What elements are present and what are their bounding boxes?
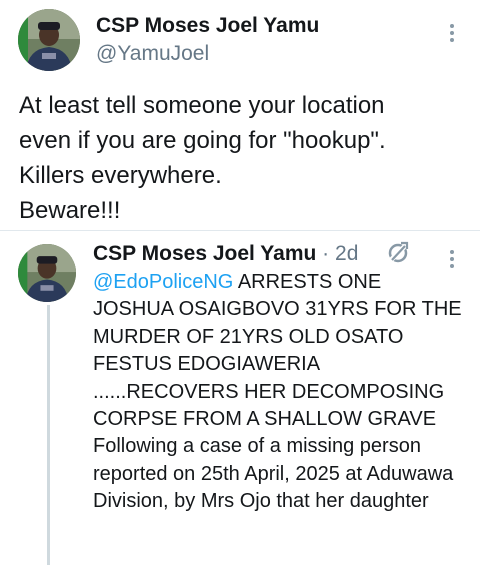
thread-line — [47, 305, 50, 565]
reply-body-text: ARRESTS ONE JOSHUA OSAIGBOVO 31YRS FOR T… — [93, 271, 462, 513]
author-handle[interactable]: @YamuJoel — [96, 42, 209, 66]
tweet-text: At least tell someone your location even… — [19, 92, 386, 224]
reply-time[interactable]: 2d — [335, 242, 358, 265]
avatar[interactable] — [18, 9, 80, 71]
reply-separator: · — [316, 242, 336, 265]
reply-text: @EdoPoliceNG ARRESTS ONE JOSHUA OSAIGBOV… — [93, 269, 463, 516]
avatar-image — [18, 9, 80, 71]
reply-author-name[interactable]: CSP Moses Joel Yamu — [93, 242, 316, 265]
reply-meta: CSP Moses Joel Yamu · 2d — [93, 242, 358, 266]
author-name[interactable]: CSP Moses Joel Yamu — [96, 14, 319, 38]
reply-more-vertical-icon[interactable] — [449, 250, 455, 268]
reply-mention-link[interactable]: @EdoPoliceNG — [93, 271, 233, 293]
retweet-icon[interactable] — [384, 239, 412, 265]
reply-avatar[interactable] — [18, 244, 76, 302]
reply-avatar-image — [18, 244, 76, 302]
divider — [0, 230, 480, 231]
more-vertical-icon[interactable] — [449, 24, 455, 42]
